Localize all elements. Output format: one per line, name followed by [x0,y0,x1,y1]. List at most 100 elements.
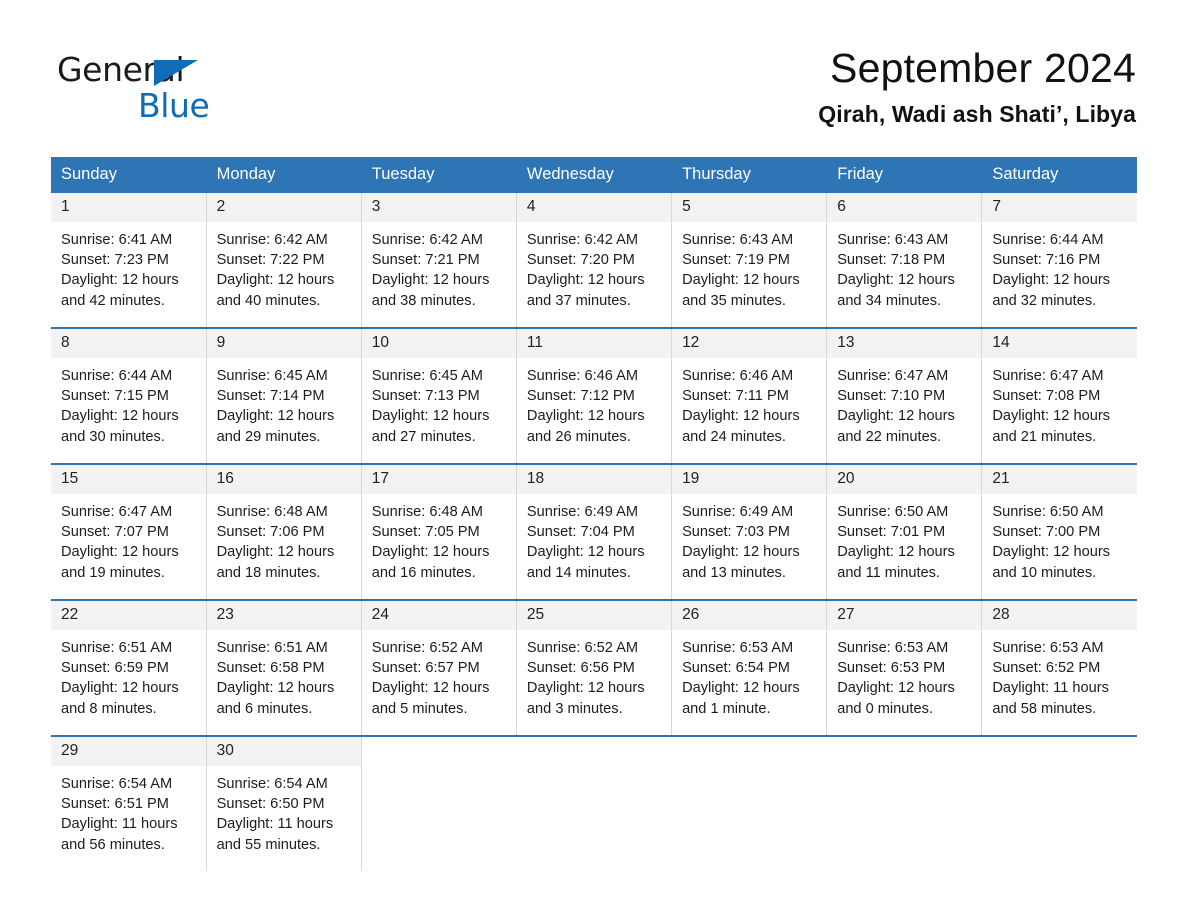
day-number: 17 [361,465,516,494]
sunrise-text: Sunrise: 6:51 AM [61,640,173,656]
calendar-day-cell[interactable]: 27 Sunrise: 6:53 AM Sunset: 6:53 PM Dayligh… [826,599,983,736]
calendar-day-cell[interactable]: 19 Sunrise: 6:49 AM Sunset: 7:03 PM Dayligh… [671,463,828,600]
daylight-text-line1: Daylight: 12 hours [371,408,490,425]
day-details: Sunrise: 6:42 AM Sunset: 7:21 PM Daylight:… [362,222,516,311]
day-details: Sunrise: 6:49 AM Sunset: 7:04 PM Daylight:… [517,494,671,583]
sunset-text: Sunset: 6:53 PM [837,660,946,677]
calendar-day-cell[interactable]: 17 Sunrise: 6:48 AM Sunset: 7:05 PM Dayligh… [361,463,517,600]
day-details: Sunrise: 6:45 AM Sunset: 7:13 PM Daylight:… [362,358,516,447]
daylight-text-line1: Daylight: 12 hours [216,272,335,289]
daylight-text-line1: Daylight: 12 hours [682,544,800,561]
general-blue-logo[interactable]: General Blue [57,44,210,125]
day-details: Sunrise: 6:53 AM Sunset: 6:52 PM Daylight:… [982,630,1137,719]
daylight-text-line2: and 29 minutes. [216,428,321,445]
calendar-day-cell[interactable]: 5 Sunrise: 6:43 AM Sunset: 7:19 PM Daylight… [671,193,828,328]
calendar-day-cell[interactable]: 16 Sunrise: 6:48 AM Sunset: 7:06 PM Dayligh… [206,463,362,600]
daylight-text-line2: and 42 minutes. [61,292,165,309]
sunset-text: Sunset: 7:12 PM [526,388,635,405]
sunset-text: Sunset: 6:58 PM [216,660,325,677]
calendar-day-cell[interactable]: 23 Sunrise: 6:51 AM Sunset: 6:58 PM Dayligh… [206,599,362,736]
sunrise-text: Sunrise: 6:46 AM [682,368,794,384]
day-details: Sunrise: 6:47 AM Sunset: 7:08 PM Daylight:… [982,358,1137,447]
daylight-text-line1: Daylight: 12 hours [526,272,645,289]
daylight-text-line2: and 16 minutes. [371,564,476,581]
calendar-day-cell[interactable]: 25 Sunrise: 6:52 AM Sunset: 6:56 PM Dayligh… [516,599,673,736]
daylight-text-line2: and 1 minute. [682,700,771,717]
calendar-day-cell[interactable]: 11 Sunrise: 6:46 AM Sunset: 7:12 PM Dayligh… [516,327,673,464]
calendar-day-cell[interactable]: 14 Sunrise: 6:47 AM Sunset: 7:08 PM Dayligh… [981,327,1137,464]
weekday-header-sunday: Sunday [51,157,207,193]
calendar-day-cell[interactable]: 21 Sunrise: 6:50 AM Sunset: 7:00 PM Dayligh… [981,463,1137,600]
calendar-cell-empty [671,735,827,871]
calendar-week-row: 15 Sunrise: 6:47 AM Sunset: 7:07 PM Dayligh… [51,463,1137,600]
calendar-day-cell[interactable]: 29 Sunrise: 6:54 AM Sunset: 6:51 PM Dayligh… [51,735,207,871]
day-number: 28 [982,601,1137,630]
daylight-text-line2: and 56 minutes. [61,836,165,853]
sunrise-text: Sunrise: 6:42 AM [216,232,328,248]
daylight-text-line1: Daylight: 12 hours [992,408,1110,425]
sunrise-text: Sunrise: 6:47 AM [61,504,173,520]
day-details [516,766,671,774]
day-number: 18 [516,465,672,494]
day-details: Sunrise: 6:41 AM Sunset: 7:23 PM Daylight:… [51,222,206,311]
calendar-day-cell[interactable]: 8 Sunrise: 6:44 AM Sunset: 7:15 PM Daylight… [51,327,207,464]
calendar-day-cell[interactable]: 1 Sunrise: 6:41 AM Sunset: 7:23 PM Daylight… [51,193,207,328]
daylight-text-line1: Daylight: 12 hours [837,408,955,425]
calendar-body: 1 Sunrise: 6:41 AM Sunset: 7:23 PM Daylight… [51,193,1137,871]
daylight-text-line2: and 5 minutes. [371,700,468,717]
calendar-cell-empty [981,735,1137,871]
calendar-day-cell[interactable]: 9 Sunrise: 6:45 AM Sunset: 7:14 PM Daylight… [206,327,362,464]
calendar-day-cell[interactable]: 12 Sunrise: 6:46 AM Sunset: 7:11 PM Dayligh… [671,327,828,464]
calendar-cell-empty [361,735,517,871]
day-details: Sunrise: 6:49 AM Sunset: 7:03 PM Daylight:… [672,494,826,583]
sunset-text: Sunset: 7:15 PM [61,388,169,405]
calendar-day-cell[interactable]: 20 Sunrise: 6:50 AM Sunset: 7:01 PM Dayligh… [826,463,983,600]
calendar-day-cell[interactable]: 6 Sunrise: 6:43 AM Sunset: 7:18 PM Daylight… [826,193,983,328]
calendar-day-cell[interactable]: 30 Sunrise: 6:54 AM Sunset: 6:50 PM Dayligh… [206,735,362,871]
day-number [516,737,672,766]
sunrise-text: Sunrise: 6:42 AM [371,232,483,248]
sunrise-text: Sunrise: 6:54 AM [61,776,173,792]
weekday-header-saturday: Saturday [981,157,1137,193]
day-number: 12 [672,329,827,358]
calendar-day-cell[interactable]: 3 Sunrise: 6:42 AM Sunset: 7:21 PM Daylight… [361,193,517,328]
sunrise-text: Sunrise: 6:44 AM [61,368,173,384]
sunrise-text: Sunrise: 6:51 AM [216,640,328,656]
sunset-text: Sunset: 7:05 PM [371,524,480,541]
daylight-text-line2: and 19 minutes. [61,564,165,581]
daylight-text-line1: Daylight: 12 hours [371,680,490,697]
daylight-text-line2: and 26 minutes. [526,428,631,445]
daylight-text-line1: Daylight: 12 hours [526,544,645,561]
sunset-text: Sunset: 7:08 PM [992,388,1101,405]
calendar-day-cell[interactable]: 13 Sunrise: 6:47 AM Sunset: 7:10 PM Dayligh… [826,327,983,464]
calendar-day-cell[interactable]: 26 Sunrise: 6:53 AM Sunset: 6:54 PM Dayligh… [671,599,828,736]
location-subtitle: Qirah, Wadi ash Shati’, Libya [818,100,1136,127]
calendar-day-cell[interactable]: 28 Sunrise: 6:53 AM Sunset: 6:52 PM Dayligh… [981,599,1137,736]
daylight-text-line1: Daylight: 12 hours [837,680,955,697]
day-number: 26 [672,601,827,630]
calendar-day-cell[interactable]: 2 Sunrise: 6:42 AM Sunset: 7:22 PM Daylight… [206,193,362,328]
sunrise-text: Sunrise: 6:43 AM [682,232,794,248]
daylight-text-line1: Daylight: 12 hours [682,408,800,425]
daylight-text-line1: Daylight: 12 hours [682,272,800,289]
calendar-day-cell[interactable]: 15 Sunrise: 6:47 AM Sunset: 7:07 PM Dayligh… [51,463,207,600]
sunset-text: Sunset: 7:04 PM [526,524,635,541]
day-number: 8 [51,329,206,358]
calendar-day-cell[interactable]: 10 Sunrise: 6:45 AM Sunset: 7:13 PM Dayligh… [361,327,517,464]
day-number: 19 [672,465,827,494]
daylight-text-line2: and 24 minutes. [682,428,786,445]
weekday-header-row: Sunday Monday Tuesday Wednesday Thursday… [51,157,1137,193]
day-number [671,737,827,766]
daylight-text-line1: Daylight: 12 hours [526,408,645,425]
sunset-text: Sunset: 7:16 PM [992,252,1101,269]
calendar-day-cell[interactable]: 22 Sunrise: 6:51 AM Sunset: 6:59 PM Dayligh… [51,599,207,736]
calendar-day-cell[interactable]: 7 Sunrise: 6:44 AM Sunset: 7:16 PM Daylight… [981,193,1137,328]
calendar-day-cell[interactable]: 4 Sunrise: 6:42 AM Sunset: 7:20 PM Daylight… [516,193,673,328]
day-details: Sunrise: 6:52 AM Sunset: 6:57 PM Daylight:… [362,630,516,719]
calendar-day-cell[interactable]: 24 Sunrise: 6:52 AM Sunset: 6:57 PM Dayligh… [361,599,517,736]
calendar-table: Sunday Monday Tuesday Wednesday Thursday… [51,157,1137,871]
sunset-text: Sunset: 7:21 PM [371,252,480,269]
day-number: 20 [827,465,982,494]
calendar-day-cell[interactable]: 18 Sunrise: 6:49 AM Sunset: 7:04 PM Dayligh… [516,463,673,600]
daylight-text-line1: Daylight: 12 hours [371,272,490,289]
